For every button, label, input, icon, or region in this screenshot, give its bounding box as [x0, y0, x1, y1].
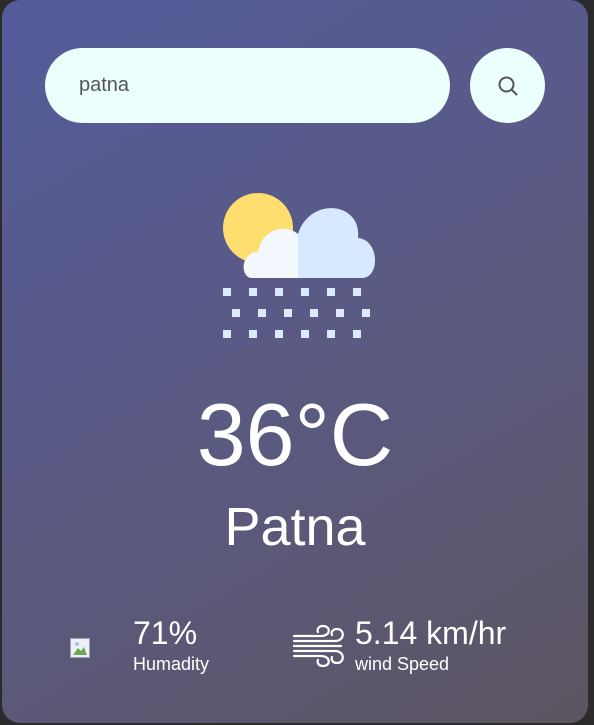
- city-name: Patna: [224, 497, 366, 557]
- humidity-label: Humadity: [133, 654, 210, 674]
- cloud-snow-icon: [223, 193, 376, 338]
- temperature: 36°C: [196, 385, 394, 484]
- wind-speed-label: wind Speed: [355, 654, 450, 674]
- search-button[interactable]: [470, 48, 545, 123]
- wind-speed-value: 5.14 km/hr: [355, 615, 507, 651]
- humidity-value: 71%: [133, 615, 198, 651]
- humidity-icon: [70, 638, 90, 658]
- search-bar[interactable]: [45, 48, 450, 123]
- wind-icon: [292, 624, 344, 668]
- search-input[interactable]: [77, 73, 421, 98]
- search-icon: [498, 76, 517, 95]
- weather-card: 36°C Patna 71% Humadity 5.14 km/hr wind …: [2, 0, 588, 723]
